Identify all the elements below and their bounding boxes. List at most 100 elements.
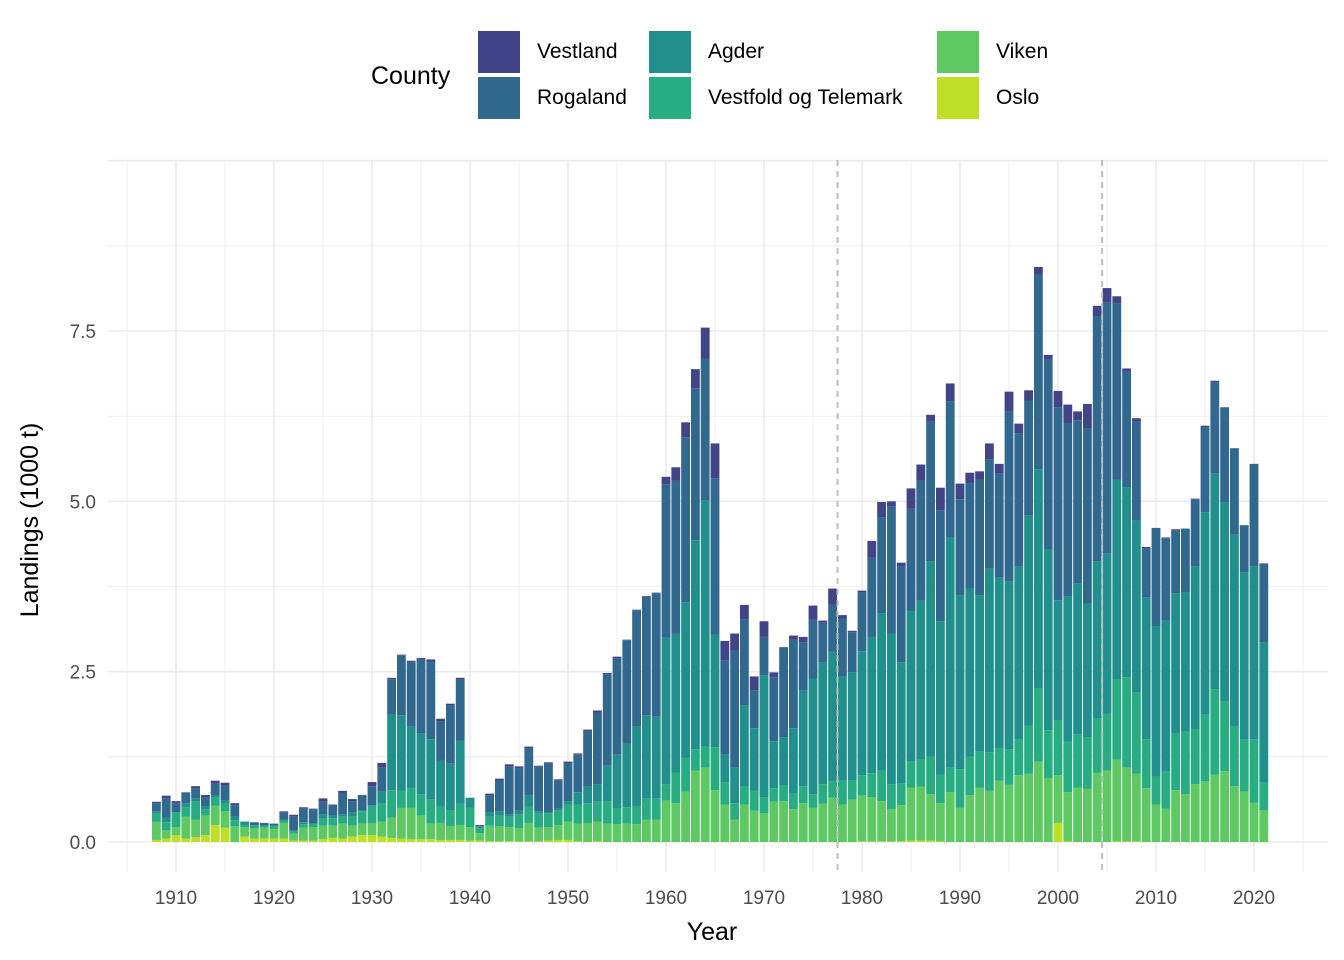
bar-stack-2015 bbox=[1200, 425, 1210, 842]
bar-rogaland-1948 bbox=[543, 763, 553, 813]
bar-agder-1913 bbox=[200, 806, 210, 810]
x-tick-label: 1940 bbox=[449, 888, 491, 909]
bar-stack-1930 bbox=[367, 782, 377, 842]
bar-vestfold-og-telemark-1996 bbox=[1014, 739, 1024, 776]
bar-vestfold-og-telemark-1924 bbox=[308, 823, 318, 828]
bar-oslo-1933 bbox=[396, 838, 406, 842]
bar-stack-2008 bbox=[1131, 418, 1141, 842]
y-tick-label: 7.5 bbox=[70, 322, 96, 343]
bar-vestfold-og-telemark-1925 bbox=[318, 818, 328, 826]
bar-vestfold-og-telemark-1979 bbox=[847, 780, 857, 800]
bar-vestland-1953 bbox=[592, 710, 602, 713]
bar-stack-1977 bbox=[828, 588, 838, 842]
bar-viken-1969 bbox=[749, 810, 759, 842]
bar-viken-2001 bbox=[1063, 792, 1073, 842]
bar-stack-2004 bbox=[1092, 305, 1102, 842]
bar-oslo-2001 bbox=[1063, 841, 1073, 842]
bar-stack-2007 bbox=[1122, 368, 1132, 842]
bar-vestland-2017 bbox=[1220, 407, 1230, 408]
bar-vestland-1970 bbox=[759, 621, 769, 637]
bar-vestfold-og-telemark-2005 bbox=[1102, 713, 1112, 771]
bar-vestfold-og-telemark-1914 bbox=[210, 797, 220, 806]
bar-vestland-2012 bbox=[1171, 529, 1181, 531]
bar-stack-1983 bbox=[886, 501, 896, 842]
bar-viken-2007 bbox=[1122, 767, 1132, 842]
bar-viken-1956 bbox=[622, 823, 632, 842]
bar-rogaland-1934 bbox=[406, 662, 416, 727]
bar-vestfold-og-telemark-1986 bbox=[916, 759, 926, 787]
bar-rogaland-1908 bbox=[151, 803, 161, 812]
bar-stack-1953 bbox=[592, 710, 602, 842]
bar-stack-1999 bbox=[1043, 354, 1053, 842]
bar-viken-2002 bbox=[1073, 787, 1083, 842]
bar-viken-1966 bbox=[720, 804, 730, 842]
bar-rogaland-1972 bbox=[779, 647, 789, 738]
bar-stack-1991 bbox=[965, 472, 975, 842]
bar-oslo-1934 bbox=[406, 839, 416, 842]
bar-vestland-1916 bbox=[230, 803, 240, 806]
bar-vestfold-og-telemark-1944 bbox=[504, 816, 514, 828]
bar-vestland-1985 bbox=[906, 488, 916, 509]
bar-viken-1999 bbox=[1043, 777, 1053, 842]
bar-vestland-1998 bbox=[1033, 266, 1043, 275]
bar-agder-1990 bbox=[955, 595, 965, 770]
bar-viken-1908 bbox=[151, 821, 161, 840]
bar-agder-1941 bbox=[475, 826, 485, 828]
bar-rogaland-1980 bbox=[857, 592, 867, 652]
bar-agder-1914 bbox=[210, 794, 220, 798]
bar-vestfold-og-telemark-1943 bbox=[494, 815, 504, 827]
bar-viken-1985 bbox=[906, 787, 916, 841]
bar-stack-2012 bbox=[1171, 529, 1181, 842]
bar-vestland-1935 bbox=[416, 658, 426, 660]
y-tick-label: 2.5 bbox=[70, 663, 96, 684]
bar-vestfold-og-telemark-1922 bbox=[289, 831, 299, 834]
bar-vestfold-og-telemark-2011 bbox=[1161, 771, 1171, 809]
bar-agder-1925 bbox=[318, 814, 328, 819]
bar-rogaland-1959 bbox=[651, 593, 661, 717]
bar-agder-2004 bbox=[1092, 561, 1102, 718]
bar-rogaland-1952 bbox=[583, 730, 593, 787]
bar-vestland-1990 bbox=[955, 483, 965, 500]
bar-agder-2021 bbox=[1259, 642, 1269, 783]
legend-key-rogaland bbox=[478, 77, 520, 119]
bar-stack-1987 bbox=[926, 414, 936, 842]
legend-label: Agder bbox=[708, 40, 765, 63]
bar-stack-2009 bbox=[1141, 546, 1151, 842]
bar-agder-1953 bbox=[592, 784, 602, 802]
bar-vestfold-og-telemark-1991 bbox=[965, 756, 975, 795]
bar-viken-1935 bbox=[416, 815, 426, 840]
bar-vestland-1937 bbox=[436, 718, 446, 722]
bar-viken-1927 bbox=[338, 823, 348, 839]
bar-vestland-1976 bbox=[818, 620, 828, 623]
x-tick-label: 2010 bbox=[1135, 888, 1177, 909]
bar-vestfold-og-telemark-2019 bbox=[1239, 739, 1249, 792]
bar-agder-1934 bbox=[406, 726, 416, 788]
bar-vestfold-og-telemark-1940 bbox=[465, 807, 475, 828]
bar-vestfold-og-telemark-1974 bbox=[798, 786, 808, 804]
bar-oslo-1915 bbox=[220, 827, 230, 842]
bar-rogaland-1930 bbox=[367, 786, 377, 806]
bar-agder-2019 bbox=[1239, 572, 1249, 740]
bar-agder-1992 bbox=[975, 595, 985, 752]
bar-viken-1952 bbox=[583, 822, 593, 842]
bar-rogaland-2012 bbox=[1171, 530, 1181, 594]
bar-oslo-1938 bbox=[445, 839, 455, 842]
bar-vestfold-og-telemark-1911 bbox=[181, 807, 191, 817]
bar-viken-1912 bbox=[191, 819, 201, 838]
bar-vestfold-og-telemark-1964 bbox=[700, 746, 710, 768]
bar-rogaland-1968 bbox=[739, 619, 749, 706]
bar-agder-1965 bbox=[710, 634, 720, 748]
bar-rogaland-2010 bbox=[1151, 528, 1161, 627]
bar-stack-1969 bbox=[749, 676, 759, 842]
bar-agder-1982 bbox=[877, 613, 887, 771]
y-tick-label: 5.0 bbox=[70, 492, 96, 513]
bar-stack-1944 bbox=[504, 764, 514, 842]
bar-vestfold-og-telemark-1942 bbox=[485, 816, 495, 826]
bar-rogaland-1928 bbox=[347, 801, 357, 813]
bar-oslo-1913 bbox=[200, 835, 210, 842]
bar-oslo-1941 bbox=[475, 840, 485, 842]
bar-stack-1995 bbox=[1004, 391, 1014, 842]
bar-vestfold-og-telemark-1998 bbox=[1033, 688, 1043, 762]
bar-agder-2013 bbox=[1180, 592, 1190, 732]
bar-vestland-2001 bbox=[1063, 404, 1073, 423]
